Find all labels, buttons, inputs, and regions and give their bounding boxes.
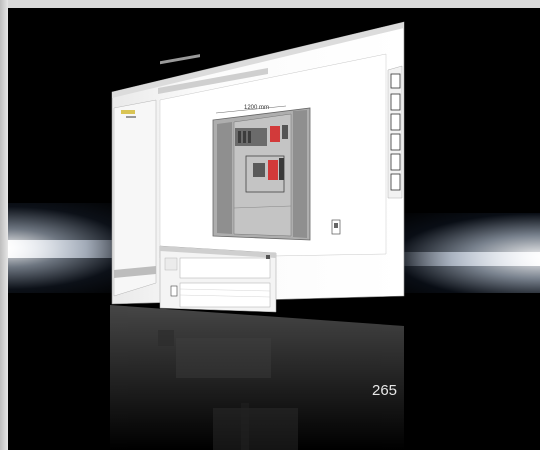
component[interactable] xyxy=(253,163,265,177)
window-reflection xyxy=(110,305,404,450)
terminal-strip[interactable] xyxy=(279,158,284,180)
tree-item[interactable] xyxy=(126,116,136,118)
palette-item-rail-icon[interactable] xyxy=(390,153,401,171)
palette-item-door-icon[interactable] xyxy=(390,93,401,111)
terminal[interactable] xyxy=(282,125,288,139)
frame-border xyxy=(0,0,8,450)
tab[interactable] xyxy=(160,54,200,65)
close-icon[interactable] xyxy=(266,255,270,259)
breaker[interactable] xyxy=(248,131,251,143)
palette-item-plate-icon[interactable] xyxy=(390,133,401,151)
presentation-stage: 1200 mm 265 xyxy=(8,8,540,450)
enclosure-cabinet xyxy=(212,107,311,241)
tree-folder-icon[interactable] xyxy=(121,110,135,114)
palette-item-accessory-icon[interactable] xyxy=(390,173,401,191)
side-panel-left xyxy=(217,122,232,234)
component-palette xyxy=(387,65,403,199)
accessory-part-detail xyxy=(334,223,338,228)
side-panel-right xyxy=(293,110,307,238)
breaker[interactable] xyxy=(238,131,241,143)
red-component[interactable] xyxy=(270,126,280,142)
page-number: 265 xyxy=(372,382,398,399)
application-window: 1200 mm xyxy=(111,21,405,313)
description-field[interactable] xyxy=(179,257,271,279)
red-component[interactable] xyxy=(268,160,278,180)
breaker[interactable] xyxy=(243,131,246,143)
palette-item-panel-icon[interactable] xyxy=(390,113,401,131)
preview-thumbnail xyxy=(164,257,178,271)
part-icon xyxy=(170,285,178,297)
properties-table[interactable] xyxy=(179,282,271,308)
software-window-perspective: 1200 mm xyxy=(110,21,405,450)
palette-item-cabinet-icon[interactable] xyxy=(390,73,401,89)
